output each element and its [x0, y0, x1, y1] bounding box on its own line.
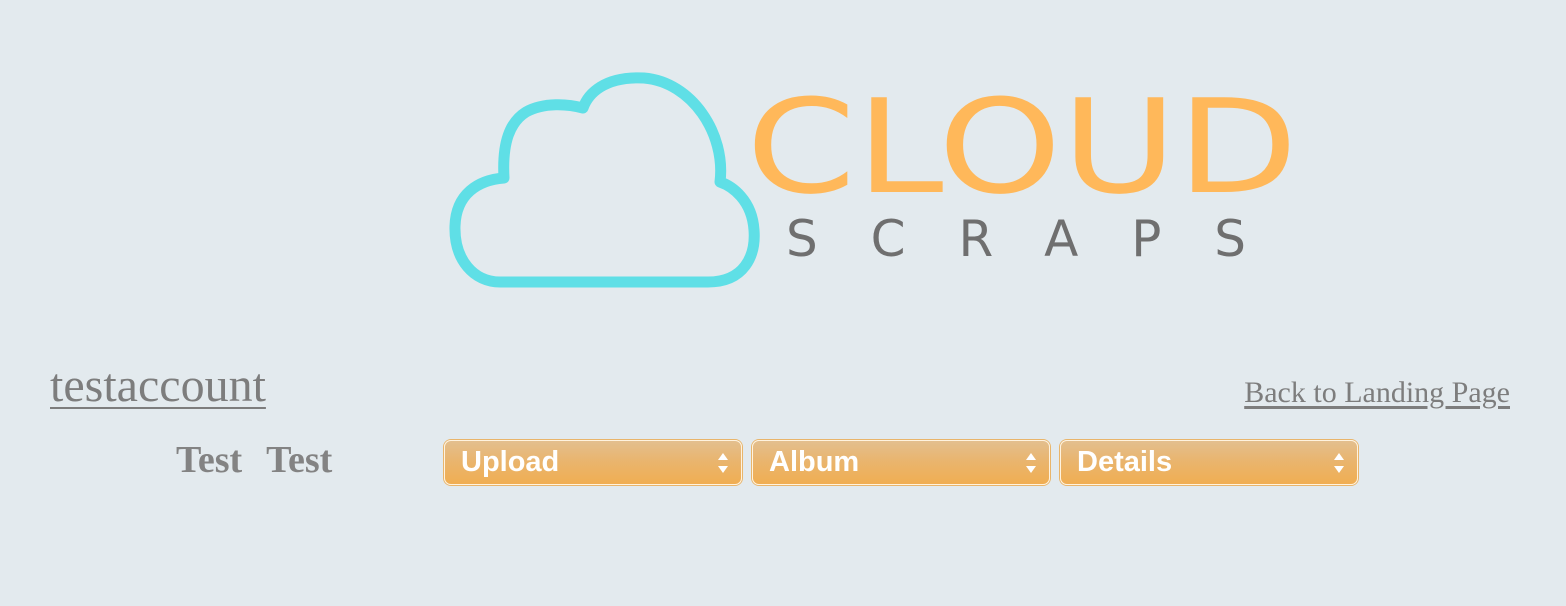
- select-arrows-icon: [718, 453, 728, 473]
- cloud-icon: [449, 72, 760, 288]
- user-full-name: Test Test: [176, 438, 332, 482]
- cloud-scraps-logo: CLOUD SCRAPS: [440, 60, 1320, 300]
- last-name: Test: [266, 439, 333, 481]
- details-select[interactable]: Details: [1060, 440, 1358, 485]
- back-to-landing-link[interactable]: Back to Landing Page: [1244, 376, 1510, 410]
- first-name: Test: [176, 439, 243, 481]
- album-select[interactable]: Album: [752, 440, 1050, 485]
- username-link[interactable]: testaccount: [50, 358, 266, 413]
- album-select-value: Album: [769, 446, 860, 478]
- select-arrows-icon: [1026, 453, 1036, 473]
- action-selects: Upload Album Details: [444, 440, 1358, 485]
- page: CLOUD SCRAPS testaccount Back to Landing…: [0, 0, 1566, 606]
- upload-select[interactable]: Upload: [444, 440, 742, 485]
- upload-select-value: Upload: [461, 446, 560, 478]
- details-select-value: Details: [1077, 446, 1173, 478]
- logo-word-cloud: CLOUD: [746, 71, 1298, 223]
- select-arrows-icon: [1334, 453, 1344, 473]
